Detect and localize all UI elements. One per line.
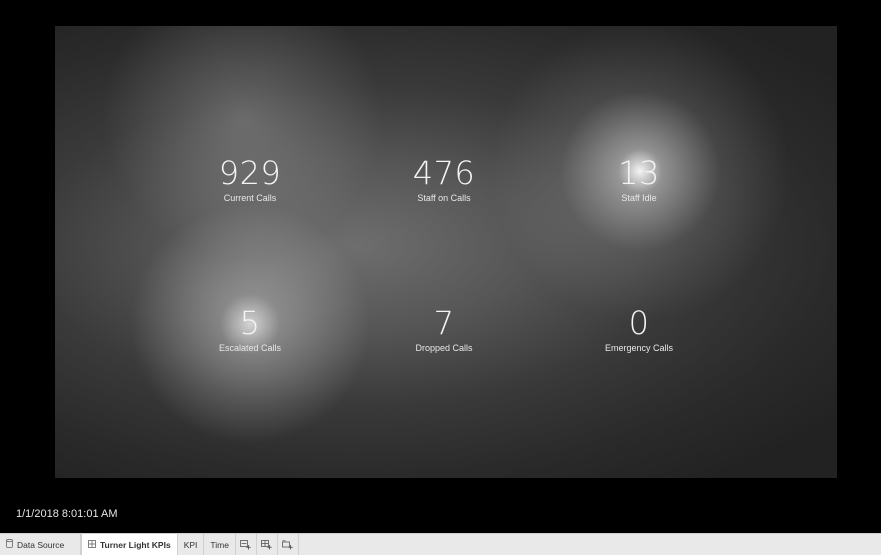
tab-kpi[interactable]: KPI xyxy=(178,534,205,555)
app-window: 929 Current Calls 476 Staff on Calls 13 … xyxy=(0,0,881,555)
tab-label: Data Source xyxy=(17,539,65,550)
kpi-value: 7 xyxy=(433,304,455,342)
kpi-escalated-calls[interactable]: 5 Escalated Calls xyxy=(165,305,335,354)
kpi-value: 5 xyxy=(239,304,261,342)
kpi-current-calls[interactable]: 929 Current Calls xyxy=(165,155,335,204)
kpi-dropped-calls[interactable]: 7 Dropped Calls xyxy=(359,305,529,354)
tab-time[interactable]: Time xyxy=(204,534,236,555)
kpi-staff-idle[interactable]: 13 Staff Idle xyxy=(554,155,724,204)
kpi-label: Staff on Calls xyxy=(417,193,471,203)
new-worksheet-button[interactable] xyxy=(236,534,257,555)
kpi-dashboard: 929 Current Calls 476 Staff on Calls 13 … xyxy=(55,26,837,478)
tab-label: Time xyxy=(210,539,229,550)
timestamp: 1/1/2018 8:01:01 AM xyxy=(16,508,118,520)
kpi-label: Dropped Calls xyxy=(415,343,473,353)
new-dashboard-button[interactable] xyxy=(257,534,278,555)
kpi-label: Emergency Calls xyxy=(604,343,674,353)
kpi-label: Staff Idle xyxy=(621,193,657,203)
kpi-value: 13 xyxy=(618,154,660,192)
tab-label: Turner Light KPIs xyxy=(100,539,171,550)
new-story-button[interactable] xyxy=(278,534,299,555)
tab-label: KPI xyxy=(183,539,198,550)
new-worksheet-icon xyxy=(240,539,252,550)
tab-data-source[interactable]: Data Source xyxy=(0,534,81,555)
kpi-value: 929 xyxy=(218,154,282,192)
kpi-label: Escalated Calls xyxy=(218,343,282,353)
kpi-emergency-calls[interactable]: 0 Emergency Calls xyxy=(554,305,724,354)
database-icon xyxy=(6,538,13,550)
sheet-tab-bar: Data Source Turner Light KPIs KPI Time xyxy=(0,533,881,555)
kpi-staff-on-calls[interactable]: 476 Staff on Calls xyxy=(359,155,529,204)
dashboard-icon xyxy=(88,539,96,550)
kpi-label: Current Calls xyxy=(223,193,277,203)
new-story-icon xyxy=(282,539,294,550)
kpi-value: 476 xyxy=(412,154,476,192)
new-dashboard-icon xyxy=(261,539,273,550)
kpi-value: 0 xyxy=(628,304,650,342)
tab-turner-light-kpis[interactable]: Turner Light KPIs xyxy=(81,534,178,555)
